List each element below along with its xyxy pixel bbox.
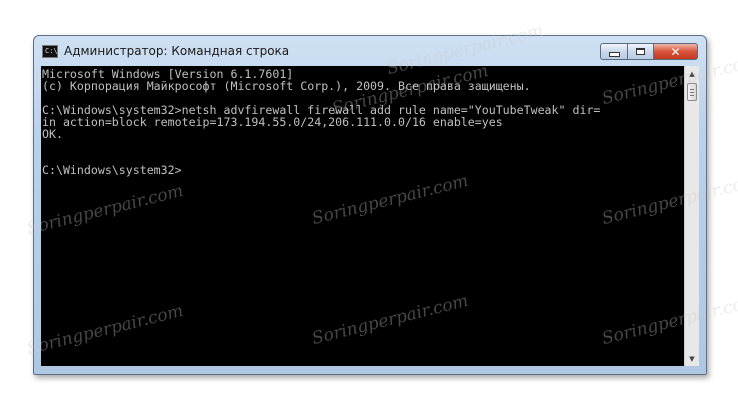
- scroll-down-button[interactable]: ▼: [685, 351, 699, 366]
- scroll-up-button[interactable]: ▲: [685, 66, 699, 81]
- command-prompt-window: C:\ Администратор: Командная строка ✕ Mi…: [33, 35, 707, 375]
- close-icon: ✕: [670, 44, 681, 59]
- console-line: (c) Корпорация Майкрософт (Microsoft Cor…: [42, 79, 531, 93]
- minimize-button[interactable]: [600, 43, 628, 60]
- title-bar[interactable]: C:\ Администратор: Командная строка ✕: [34, 36, 706, 66]
- console-output[interactable]: Microsoft Windows [Version 6.1.7601] (c)…: [41, 66, 684, 366]
- grip-line: [690, 95, 694, 96]
- console-line: OK.: [42, 127, 63, 141]
- console-line: in action=block remoteip=173.194.55.0/24…: [42, 115, 503, 129]
- maximize-icon: [636, 48, 645, 55]
- grip-line: [690, 89, 694, 90]
- vertical-scrollbar[interactable]: ▲ ▼: [684, 66, 699, 366]
- arrow-down-icon: ▼: [689, 354, 695, 363]
- minimize-icon: [608, 52, 620, 57]
- cmd-app-icon[interactable]: C:\: [42, 45, 58, 58]
- close-button[interactable]: ✕: [653, 43, 698, 60]
- scroll-thumb[interactable]: [687, 83, 697, 101]
- window-title: Администратор: Командная строка: [64, 44, 290, 58]
- arrow-up-icon: ▲: [689, 69, 695, 78]
- console-prompt: C:\Windows\system32>: [42, 163, 182, 177]
- grip-line: [690, 92, 694, 93]
- maximize-button[interactable]: [627, 43, 654, 60]
